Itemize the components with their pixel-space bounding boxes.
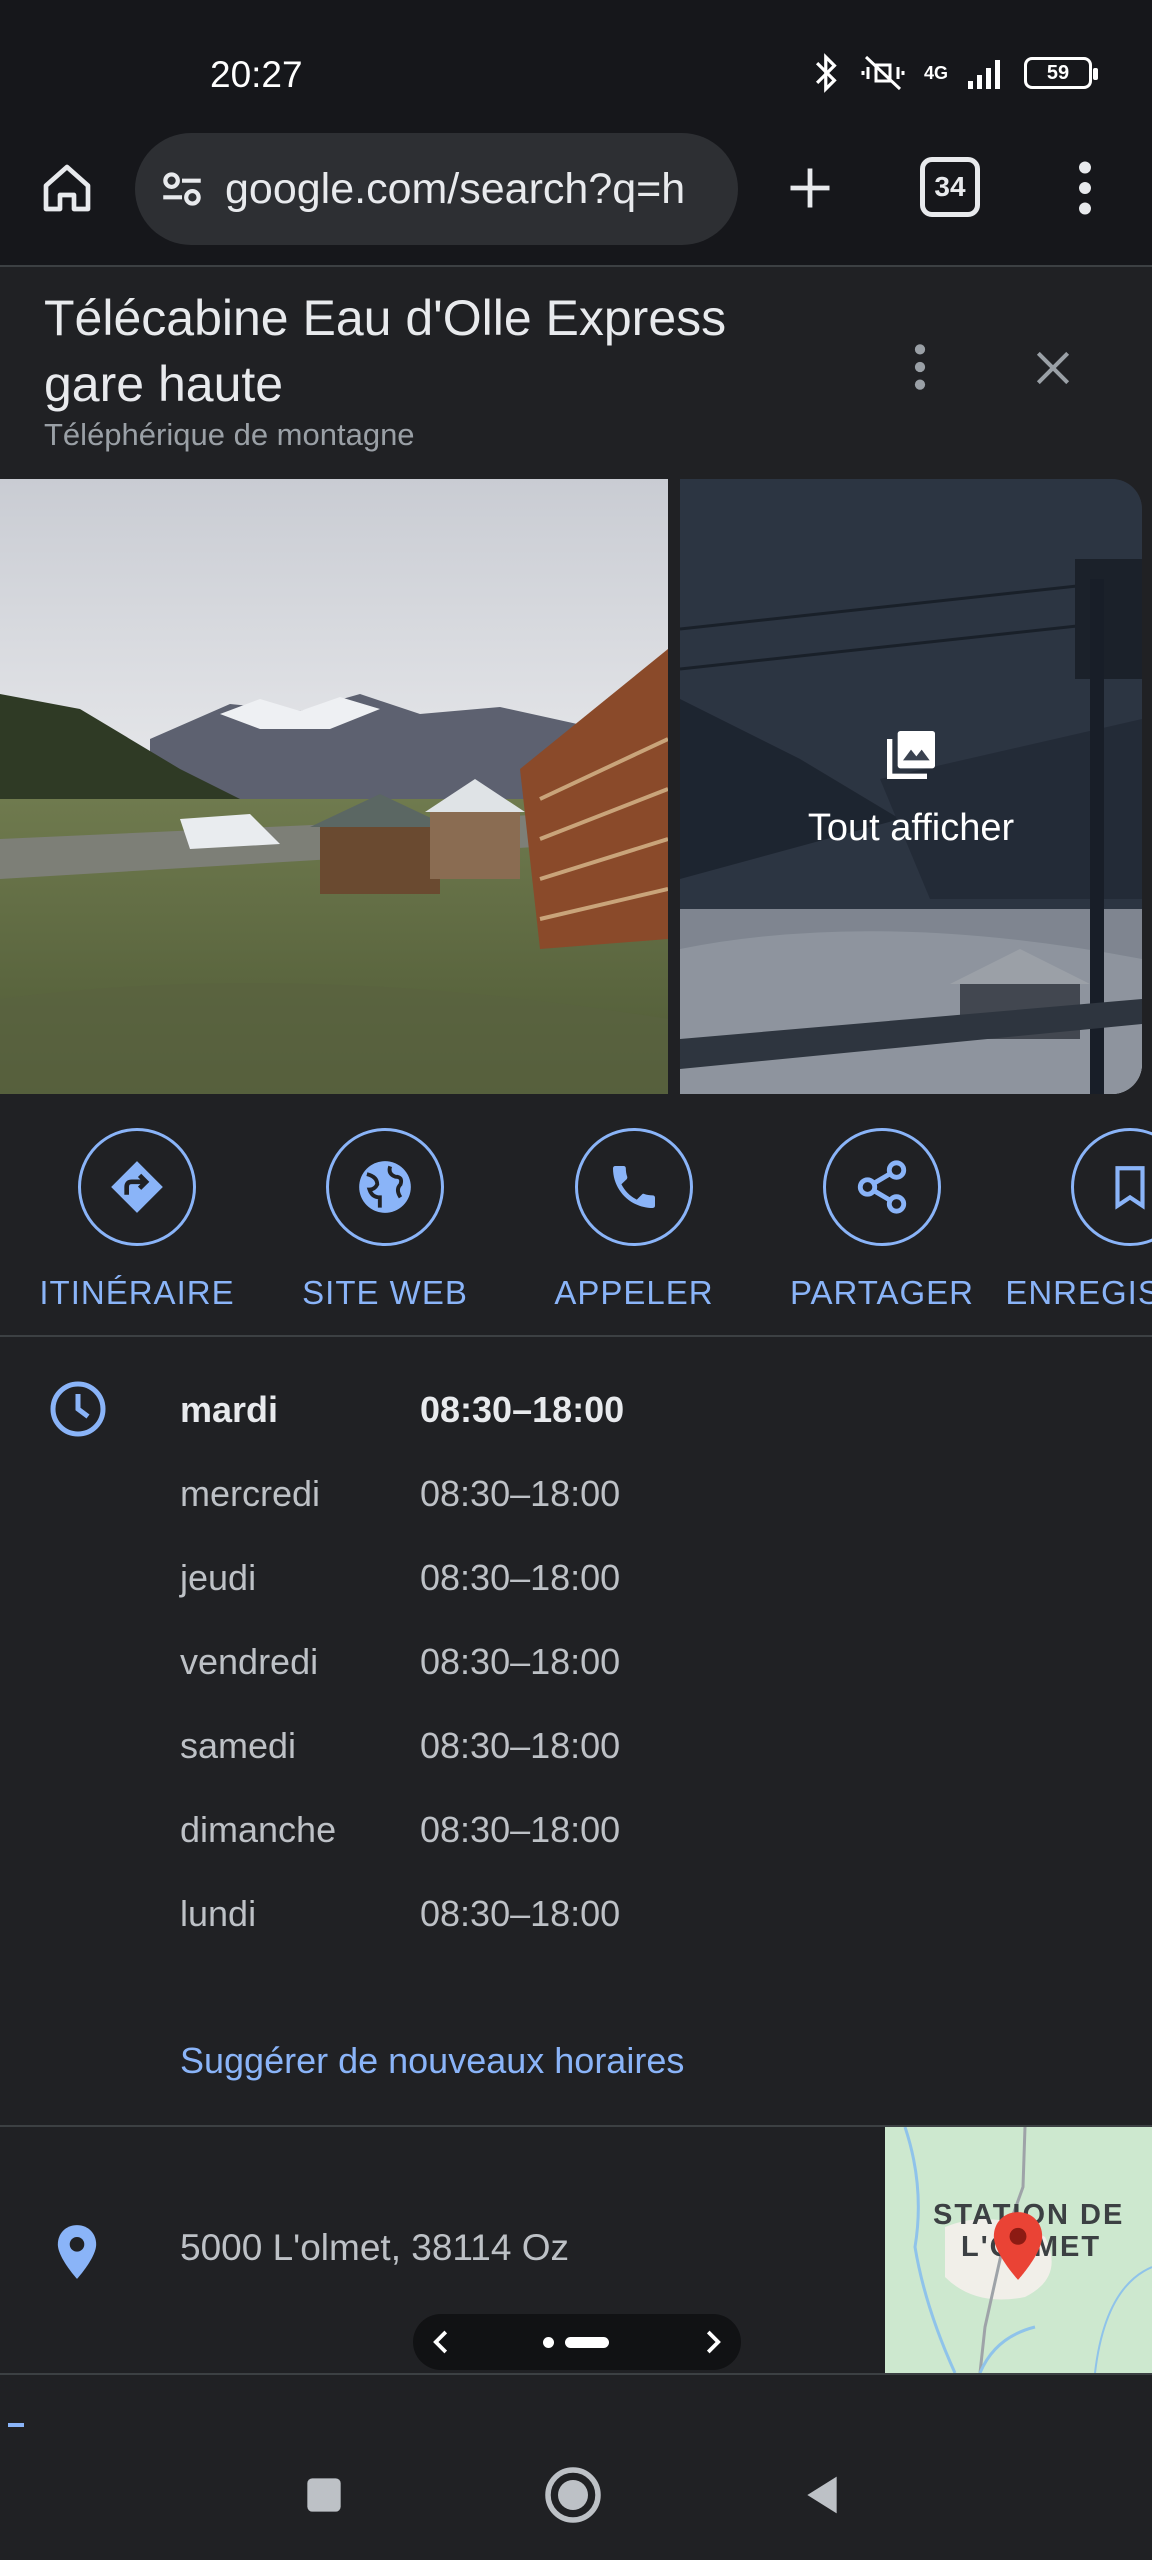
scroll-indicator — [8, 2423, 24, 2427]
more-vert-icon — [1079, 161, 1091, 215]
place-title: Télécabine Eau d'Olle Express gare haute — [44, 290, 727, 412]
hours-row: lundi 08:30–18:00 — [180, 1893, 620, 1943]
see-all-label: Tout afficher — [807, 807, 1015, 849]
more-vert-icon — [914, 344, 926, 390]
save-icon-circle[interactable] — [1071, 1128, 1152, 1246]
directions-icon — [111, 1161, 163, 1213]
place-photo-main[interactable] — [0, 479, 668, 1094]
plus-icon — [790, 168, 830, 208]
share-label: PARTAGER — [789, 1274, 975, 1311]
place-category: Téléphérique de montagne — [44, 417, 415, 452]
recent-apps-icon[interactable] — [304, 2475, 344, 2515]
hours-day: vendredi — [180, 1641, 319, 1682]
hours-day: samedi — [180, 1725, 297, 1766]
site-settings-icon[interactable] — [157, 164, 207, 214]
website-label: SITE WEB — [302, 1274, 468, 1311]
globe-icon — [359, 1161, 411, 1213]
hours-row: vendredi 08:30–18:00 — [180, 1641, 620, 1691]
home-icon — [43, 164, 91, 212]
hours-time: 08:30–18:00 — [420, 1473, 621, 1514]
hours-time: 08:30–18:00 — [420, 1557, 621, 1598]
hours-time: 08:30–18:00 — [420, 1725, 621, 1766]
hours-time: 08:30–18:00 — [420, 1809, 621, 1850]
bookmark-icon — [1115, 1166, 1145, 1210]
place-photo-secondary[interactable]: Tout afficher — [680, 479, 1142, 1094]
pager-dot — [543, 2337, 554, 2348]
tab-switcher-button[interactable]: 34 — [920, 157, 980, 217]
status-bar: 20:27 4G 59 — [0, 0, 1152, 125]
place-more-button[interactable] — [895, 337, 945, 397]
call-button[interactable]: APPELER — [519, 1128, 749, 1312]
home-nav-icon[interactable] — [543, 2465, 603, 2525]
bluetooth-icon — [815, 53, 837, 93]
back-nav-icon[interactable] — [800, 2471, 844, 2519]
signal-icon — [968, 60, 1000, 89]
hours-day: lundi — [180, 1893, 257, 1934]
mountain-landscape-photo — [0, 479, 668, 1094]
hours-row: dimanche 08:30–18:00 — [180, 1809, 620, 1859]
url-text[interactable]: google.com/search?q=h — [225, 165, 735, 214]
hours-day: dimanche — [180, 1809, 337, 1850]
hours-time: 08:30–18:00 — [420, 1389, 625, 1430]
home-button[interactable] — [34, 155, 100, 221]
hours-time: 08:30–18:00 — [420, 1893, 621, 1934]
suggest-hours-link[interactable]: Suggérer de nouveaux horaires — [180, 2040, 684, 2082]
website-button[interactable]: SITE WEB — [270, 1128, 500, 1312]
system-navigation-bar — [0, 2375, 1152, 2560]
directions-button[interactable]: ITINÉRAIRE — [22, 1128, 252, 1312]
hours-row: mercredi 08:30–18:00 — [180, 1473, 620, 1523]
see-all-photos-button[interactable]: Tout afficher — [680, 479, 1142, 1094]
carousel-pager — [413, 2314, 741, 2370]
chevron-left-icon[interactable] — [427, 2324, 457, 2360]
share-button[interactable]: PARTAGER — [767, 1128, 997, 1312]
call-icon-circle[interactable] — [575, 1128, 693, 1246]
close-button[interactable] — [1020, 335, 1086, 401]
network-type: 4G — [923, 62, 948, 83]
battery-indicator: 59 — [1024, 57, 1098, 89]
location-pin-icon — [57, 2225, 97, 2279]
save-label: ENREGISTRER — [1005, 1274, 1152, 1311]
hours-row: jeudi 08:30–18:00 — [180, 1557, 620, 1607]
chevron-right-icon[interactable] — [697, 2324, 727, 2360]
close-icon — [1036, 351, 1070, 385]
muted-vibrate-icon — [861, 55, 905, 91]
website-icon-circle[interactable] — [326, 1128, 444, 1246]
call-label: APPELER — [554, 1274, 714, 1311]
place-header: Télécabine Eau d'Olle Express gare haute… — [0, 267, 1152, 479]
share-icon — [857, 1160, 907, 1214]
hours-row: samedi 08:30–18:00 — [180, 1725, 620, 1775]
status-time: 20:27 — [210, 54, 303, 95]
directions-icon-circle[interactable] — [78, 1128, 196, 1246]
address-section[interactable]: 5000 L'olmet, 38114 Oz STATION DE L'OLME… — [0, 2127, 1152, 2375]
pager-active-dash — [565, 2337, 609, 2348]
browser-toolbar: google.com/search?q=h 34 — [0, 125, 1152, 267]
hours-day: mercredi — [180, 1473, 321, 1514]
save-button[interactable]: ENREGISTRER — [1005, 1128, 1152, 1312]
hours-row-today: mardi 08:30–18:00 — [180, 1389, 624, 1439]
directions-label: ITINÉRAIRE — [39, 1274, 235, 1311]
share-icon-circle[interactable] — [823, 1128, 941, 1246]
map-marker-icon — [993, 2212, 1043, 2280]
hours-day: mardi — [180, 1389, 279, 1430]
address-text[interactable]: 5000 L'olmet, 38114 Oz — [180, 2227, 569, 2269]
url-bar[interactable]: google.com/search?q=h — [135, 133, 738, 245]
opening-hours-section[interactable]: mardi 08:30–18:00 mercredi 08:30–18:00 j… — [0, 1337, 1152, 2127]
map-thumbnail[interactable]: STATION DE L'OLMET — [885, 2127, 1152, 2373]
photo-carousel[interactable]: Tout afficher — [0, 479, 1152, 1094]
new-tab-button[interactable] — [775, 153, 845, 223]
hours-time: 08:30–18:00 — [420, 1641, 621, 1682]
hours-day: jeudi — [180, 1557, 257, 1598]
status-icons: 4G 59 — [812, 52, 1098, 94]
action-buttons-row: ITINÉRAIRE SITE WEB APPELER PARTAGER ENR… — [0, 1094, 1152, 1337]
browser-menu-button[interactable] — [1060, 153, 1110, 223]
phone-icon — [613, 1166, 655, 1208]
photo-library-icon — [887, 731, 935, 779]
clock-icon — [50, 1381, 106, 1437]
